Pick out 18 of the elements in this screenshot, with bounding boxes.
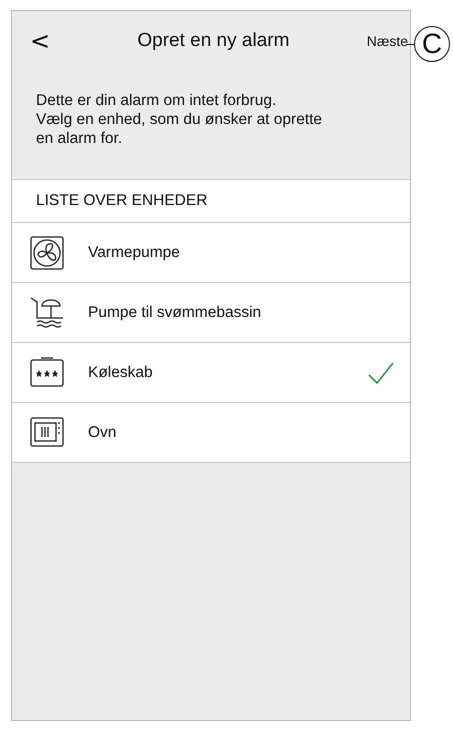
device-row[interactable]: Pumpe til svømmebassin	[12, 283, 410, 343]
device-label: Pumpe til svømmebassin	[88, 304, 262, 322]
device-row[interactable]: Varmepumpe	[12, 223, 410, 283]
back-button[interactable]: <	[30, 27, 60, 55]
pool-umbrella-icon	[30, 296, 64, 330]
device-row[interactable]: Ovn	[12, 403, 410, 463]
next-button[interactable]: Næste	[366, 33, 408, 49]
device-row[interactable]: Køleskab	[12, 343, 410, 403]
description-text: Dette er din alarm om intet forbrug. Vælg en enhed, som du ønsker at oprette en alarm for.	[35, 91, 324, 148]
list-heading: LISTE OVER ENHEDER	[12, 179, 410, 223]
fan-icon	[30, 236, 64, 270]
device-label: Køleskab	[88, 364, 154, 382]
device-label: Varmepumpe	[88, 244, 181, 262]
fridge-icon	[30, 356, 64, 390]
screen-title: Opret en ny alarm	[136, 30, 290, 52]
oven-icon	[30, 416, 64, 450]
device-label: Ovn	[88, 424, 118, 442]
callout-marker: C	[414, 26, 450, 62]
